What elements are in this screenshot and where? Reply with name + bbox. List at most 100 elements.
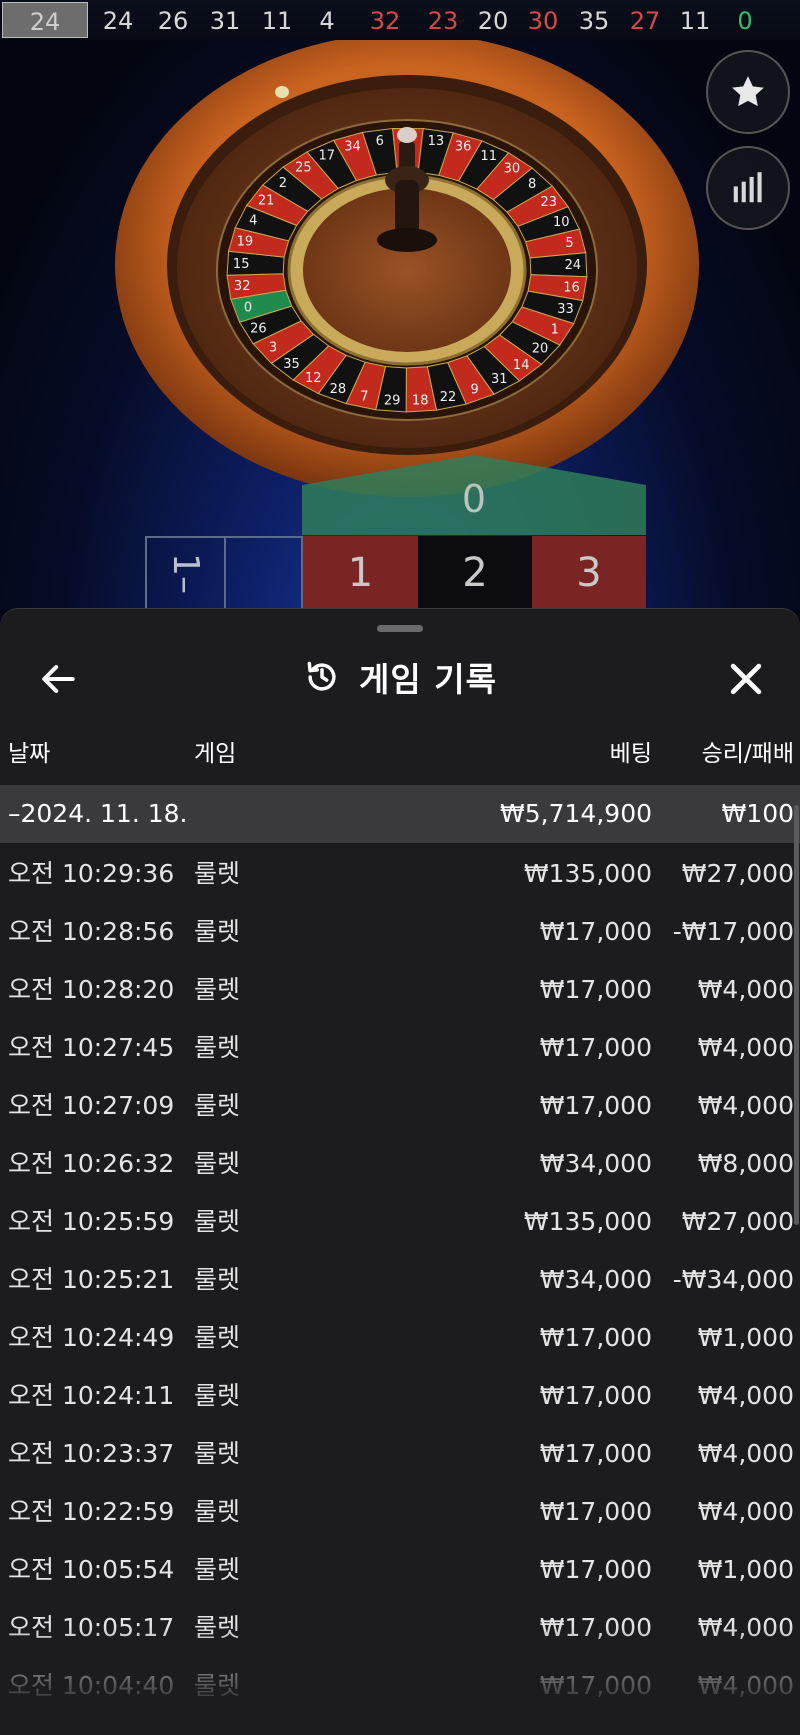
favorite-button[interactable] [706,50,790,134]
wheel-pocket-number: 20 [532,341,549,356]
bet-cell-three[interactable]: 3 [532,536,646,610]
wheel-pocket-number: 0 [244,301,252,316]
wheel-pocket-number: 35 [283,357,300,372]
close-button[interactable] [724,657,768,701]
date-group-date: –2024. 11. 18. [8,799,188,828]
wheel-pocket-number: 31 [491,372,508,387]
history-row[interactable]: 오전 10:26:32 룰렛 ₩34,000 ₩8,000 [0,1135,800,1193]
row-game: 룰렛 [194,1497,241,1526]
row-winloss: ₩27,000 [681,1207,794,1236]
history-list: 오전 10:29:36 룰렛 ₩135,000 ₩27,000 오전 10:28:56 룰… [0,845,800,1715]
wheel-pocket-number: 2 [279,176,287,191]
row-winloss: ₩4,000 [697,1613,794,1642]
row-time: 오전 10:24:11 [8,1381,175,1410]
row-bet: ₩17,000 [539,1033,652,1062]
row-time: 오전 10:28:20 [8,975,175,1004]
row-game: 룰렛 [194,1265,241,1294]
result-number: 24 [102,7,134,35]
row-winloss: ₩1,000 [697,1555,794,1584]
row-bet: ₩17,000 [539,975,652,1004]
row-winloss: -₩34,000 [672,1265,794,1294]
row-winloss: ₩4,000 [697,1439,794,1468]
game-history-sheet: 게임 기록 날짜 게임 베팅 승리/패배 –2024. 11. 18. ₩5,7… [0,608,800,1735]
result-number: 0 [737,7,753,35]
bet-cell-dozen[interactable] [225,536,303,610]
history-row[interactable]: 오전 10:23:37 룰렛 ₩17,000 ₩4,000 [0,1425,800,1483]
history-row[interactable]: 오전 10:24:49 룰렛 ₩17,000 ₩1,000 [0,1309,800,1367]
recent-results-strip: 24 24 26 31 11 4 32 23 20 30 35 27 11 0 [0,0,800,40]
row-bet: ₩34,000 [539,1149,652,1178]
statistics-button[interactable] [706,146,790,230]
row-time: 오전 10:24:49 [8,1323,175,1352]
row-winloss: ₩1,000 [697,1323,794,1352]
wheel-pocket-number: 25 [295,161,312,176]
date-group-winloss-total: ₩100 [721,799,794,828]
column-header-bet[interactable]: 베팅 [610,739,652,769]
wheel-pocket-number: 12 [305,371,322,386]
bet-cell-column[interactable]: 1– [145,536,225,610]
sheet-grabber[interactable] [377,625,423,632]
date-group-row[interactable]: –2024. 11. 18. ₩5,714,900 ₩100 [0,785,800,843]
wheel-pocket-number: 10 [553,215,570,230]
wheel-pocket-number: 14 [513,358,530,373]
bet-cell-two[interactable]: 2 [418,536,532,610]
scrollbar[interactable] [794,805,799,1225]
column-header-game[interactable]: 게임 [194,739,236,769]
row-game: 룰렛 [194,1091,241,1120]
row-winloss: ₩27,000 [681,859,794,888]
row-winloss: -₩17,000 [672,917,794,946]
wheel-pocket-number: 13 [428,134,445,149]
row-game: 룰렛 [194,1613,241,1642]
history-row[interactable]: 오전 10:27:45 룰렛 ₩17,000 ₩4,000 [0,1019,800,1077]
wheel-pocket-number: 8 [528,177,536,192]
history-row[interactable]: 오전 10:28:20 룰렛 ₩17,000 ₩4,000 [0,961,800,1019]
row-bet: ₩17,000 [539,917,652,946]
zero-label: 0 [461,477,487,521]
history-row[interactable]: 오전 10:05:54 룰렛 ₩17,000 ₩1,000 [0,1541,800,1599]
cell-label-two: 2 [462,550,488,596]
wheel-pocket-number: 6 [376,134,384,149]
row-bet: ₩135,000 [523,859,652,888]
wheel-pocket-number: 32 [234,279,251,294]
result-number: 30 [527,7,559,35]
back-button[interactable] [36,657,80,701]
row-bet: ₩17,000 [539,1091,652,1120]
column-header-date[interactable]: 날짜 [8,739,50,769]
history-row[interactable]: 오전 10:28:56 룰렛 ₩17,000 -₩17,000 [0,903,800,961]
history-row[interactable]: 오전 10:25:59 룰렛 ₩135,000 ₩27,000 [0,1193,800,1251]
row-bet: ₩34,000 [539,1265,652,1294]
row-bet: ₩17,000 [539,1323,652,1352]
history-row[interactable]: 오전 10:05:17 룰렛 ₩17,000 ₩4,000 [0,1599,800,1657]
wheel-pocket-number: 30 [504,162,521,177]
wheel-pocket-number: 7 [360,390,368,405]
row-bet: ₩17,000 [539,1613,652,1642]
row-game: 룰렛 [194,1033,241,1062]
result-number: 11 [261,7,293,35]
bet-cell-zero[interactable]: 0 [302,455,646,535]
column-header-winloss[interactable]: 승리/패배 [702,739,794,769]
close-icon [730,663,762,695]
row-time: 오전 10:27:09 [8,1091,175,1120]
history-row[interactable]: 오전 10:24:11 룰렛 ₩17,000 ₩4,000 [0,1367,800,1425]
row-time: 오전 10:05:54 [8,1555,175,1584]
history-row[interactable]: 오전 10:04:40 룰렛 ₩17,000 ₩4,000 [0,1657,800,1715]
history-row[interactable]: 오전 10:25:21 룰렛 ₩34,000 -₩34,000 [0,1251,800,1309]
history-icon [307,661,336,691]
result-number: 4 [319,7,335,35]
latest-result: 24 [2,2,88,38]
wheel-pocket-number: 3 [269,340,277,355]
bar-chart-icon [733,172,762,203]
wheel-pocket-number: 33 [557,302,574,317]
history-row[interactable]: 오전 10:22:59 룰렛 ₩17,000 ₩4,000 [0,1483,800,1541]
result-number: 32 [369,7,401,35]
row-game: 룰렛 [194,1439,241,1468]
bet-cell-one[interactable]: 1 [303,536,418,610]
wheel-pocket-number: 19 [237,235,254,250]
row-winloss: ₩4,000 [697,1091,794,1120]
history-row[interactable]: 오전 10:29:36 룰렛 ₩135,000 ₩27,000 [0,845,800,903]
row-game: 룰렛 [194,1323,241,1352]
row-bet: ₩17,000 [539,1381,652,1410]
history-row[interactable]: 오전 10:27:09 룰렛 ₩17,000 ₩4,000 [0,1077,800,1135]
row-game: 룰렛 [194,859,241,888]
row-winloss: ₩4,000 [697,975,794,1004]
